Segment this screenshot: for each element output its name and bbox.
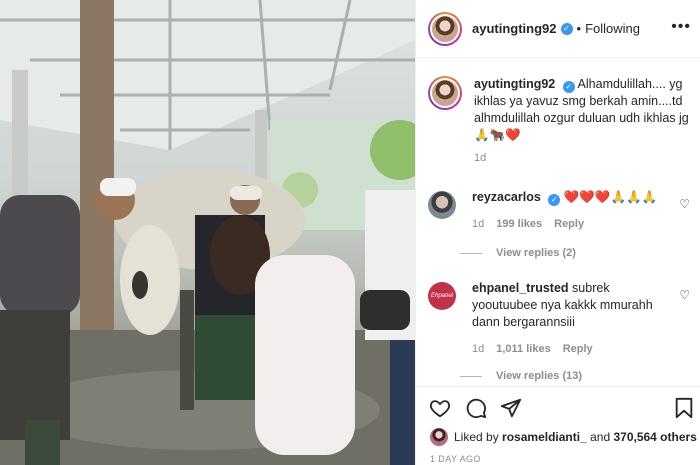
heart-icon[interactable] [429,397,451,419]
share-icon[interactable] [500,397,522,419]
likes-summary: Liked by rosameldianti_ and 370,564 othe… [430,428,697,446]
view-replies-button[interactable]: View replies (13) [460,370,582,382]
avatar-brand-text: Ehpanel [430,293,454,299]
bookmark-icon[interactable] [674,397,694,419]
verified-badge-icon: ✓ [562,81,575,93]
comment-text-block: ehpanel_trusted subrek yooutuubee nya ka… [472,280,672,331]
comment-likes[interactable]: 1,011 likes [496,341,550,358]
view-replies-label: View replies (13) [496,370,583,382]
post-age[interactable]: 1 DAY AGO [430,454,481,464]
replies-divider [460,375,482,377]
likes-prefix: Liked by [454,430,499,444]
post-photo-art [0,0,415,465]
comment-time[interactable]: 1d [472,341,484,358]
following-button[interactable]: Following [585,21,640,36]
comment: reyzacarlos ✓ ❤️❤️❤️🙏🙏🙏 1d 199 likes Rep… [428,189,690,233]
header-separator: • [576,21,582,36]
likes-conjunction: and [590,430,611,444]
liker-avatar[interactable] [430,428,448,446]
comment-icon[interactable] [465,397,487,419]
liker-username[interactable]: rosameldianti_ [502,430,587,444]
author-avatar[interactable] [428,11,462,46]
comment: Ehpanel ehpanel_trusted subrek yooutuube… [428,280,690,358]
caption-username[interactable]: ayutingting92 [474,77,555,91]
comment-text-block: reyzacarlos ✓ ❤️❤️❤️🙏🙏🙏 [472,189,672,206]
comment-username[interactable]: ehpanel_trusted [472,281,569,295]
comment-meta: 1d 1,011 likes Reply [472,341,672,358]
likes-count[interactable]: 370,564 others [613,430,696,444]
replies-divider [460,252,482,254]
author-username[interactable]: ayutingting92 [472,21,557,36]
action-bar [416,386,700,432]
caption-text-block: ayutingting92 ✓ Alhamdulillah.... yg ikh… [474,76,690,144]
caption-author-avatar[interactable] [428,76,462,110]
view-replies-label: View replies (2) [496,247,576,259]
caption-time[interactable]: 1d [474,152,690,164]
caption: ayutingting92 ✓ Alhamdulillah.... yg ikh… [428,76,690,164]
comment-meta: 1d 199 likes Reply [472,216,672,233]
comment-text: ❤️❤️❤️🙏🙏🙏 [563,190,658,204]
post-photo[interactable] [0,0,415,465]
verified-badge-icon: ✓ [560,22,573,35]
verified-badge-icon: ✓ [548,194,561,206]
reply-button[interactable]: Reply [563,341,593,358]
comment-time[interactable]: 1d [472,216,484,233]
comment-likes[interactable]: 199 likes [496,216,542,233]
comment-username[interactable]: reyzacarlos [472,190,541,204]
reply-button[interactable]: Reply [554,216,584,233]
post-details-panel: ayutingting92 ✓ • Following ••• ayutingt… [415,0,700,465]
commenter-avatar[interactable]: Ehpanel [428,282,456,310]
view-replies-button[interactable]: View replies (2) [460,247,576,259]
post-header: ayutingting92 ✓ • Following ••• [416,0,700,58]
comment-like-icon[interactable]: ♡ [679,197,690,211]
more-options-icon[interactable]: ••• [671,18,691,36]
commenter-avatar[interactable] [428,191,456,219]
comment-like-icon[interactable]: ♡ [679,288,690,302]
